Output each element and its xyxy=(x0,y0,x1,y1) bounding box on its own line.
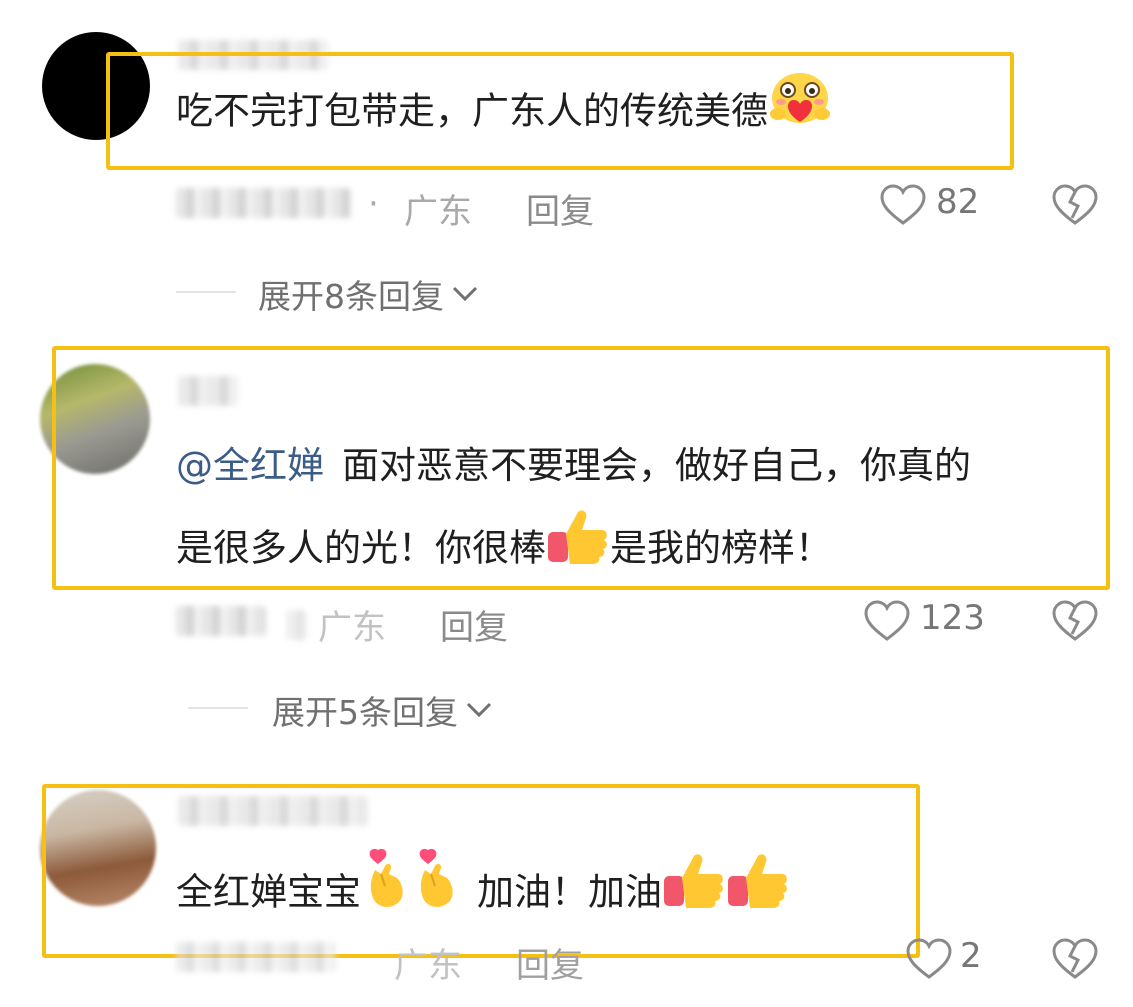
thumbs-up-emoji xyxy=(726,850,790,938)
like-count: 123 xyxy=(920,598,985,638)
chevron-down-icon xyxy=(452,286,478,302)
timestamp-blurred xyxy=(176,942,336,972)
broken-heart-icon[interactable] xyxy=(1052,184,1098,230)
heart-outline-icon[interactable] xyxy=(880,184,926,230)
comment-text: 吃不完打包带走，广东人的传统美德 xyxy=(176,70,832,156)
region-label: 广东 xyxy=(394,946,462,986)
expand-replies-button[interactable]: 展开8条回复 xyxy=(258,270,478,318)
hug-heart-emoji xyxy=(768,70,832,156)
reply-button[interactable]: 回复 xyxy=(526,184,594,233)
comment-text-line-2: 是很多人的光！你很棒 是我的榜样！ xyxy=(176,506,832,594)
region-label: 广东 xyxy=(404,192,472,232)
thumbs-up-emoji xyxy=(662,850,726,938)
divider-line xyxy=(188,707,248,709)
timestamp-blurred xyxy=(176,188,351,218)
expand-replies-button[interactable]: 展开5条回复 xyxy=(272,686,492,734)
region-label: 广东 xyxy=(318,608,386,648)
comment-text-line-1: @全红婵 面对恶意不要理会，做好自己，你真的 xyxy=(176,444,971,487)
thumbs-up-emoji xyxy=(546,506,610,594)
broken-heart-icon[interactable] xyxy=(1052,938,1098,984)
finger-heart-emoji xyxy=(411,848,461,940)
separator-dot: · xyxy=(368,184,379,224)
comment-text: 全红婵宝宝 加油！加油 xyxy=(176,848,790,940)
chevron-down-icon xyxy=(466,702,492,718)
divider-line xyxy=(176,291,236,293)
reply-button[interactable]: 回复 xyxy=(516,938,584,987)
heart-outline-icon[interactable] xyxy=(864,600,910,646)
mention-link[interactable]: @全红婵 xyxy=(176,444,324,487)
reply-button[interactable]: 回复 xyxy=(440,600,508,649)
like-count: 82 xyxy=(936,182,980,222)
finger-heart-emoji xyxy=(361,848,411,940)
timestamp-blurred xyxy=(176,606,266,636)
like-count: 2 xyxy=(960,936,982,976)
separator-blurred xyxy=(286,610,308,640)
broken-heart-icon[interactable] xyxy=(1052,600,1098,646)
heart-outline-icon[interactable] xyxy=(906,938,952,984)
